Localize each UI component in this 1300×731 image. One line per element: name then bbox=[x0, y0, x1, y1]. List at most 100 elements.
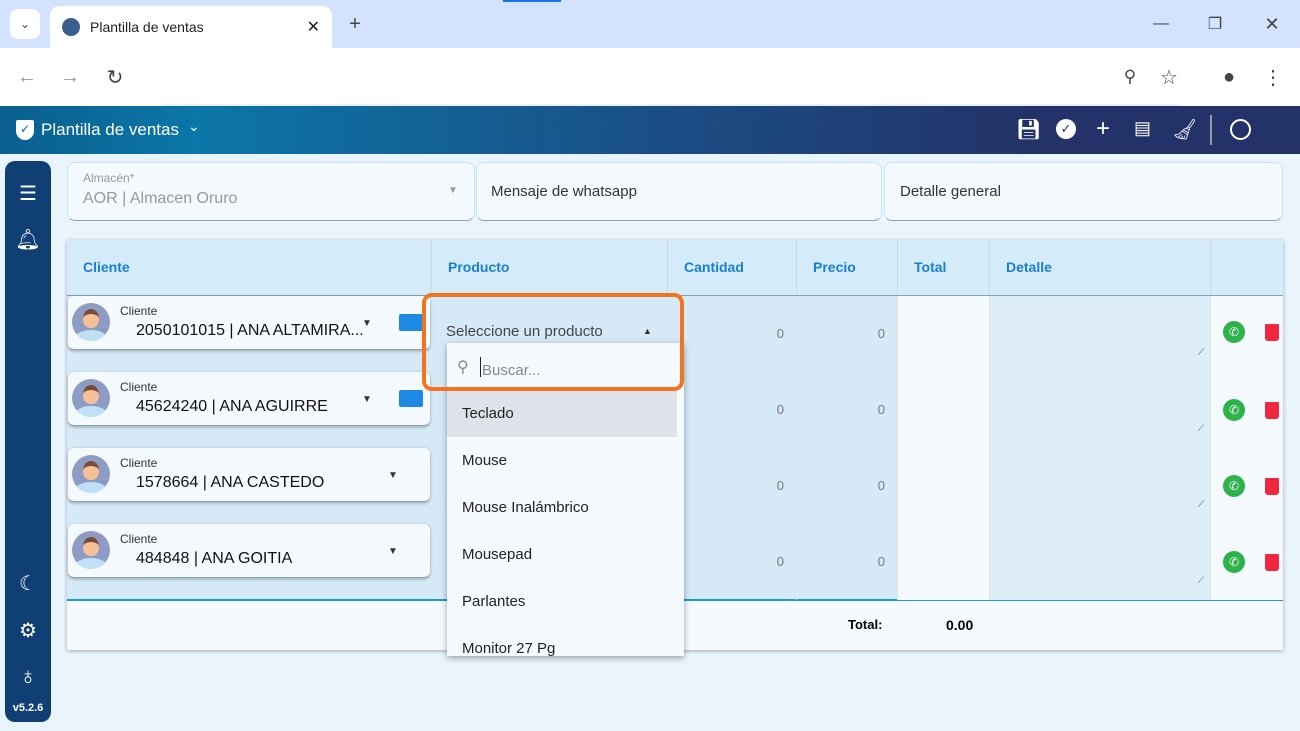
option-parlantes[interactable]: Parlantes bbox=[447, 578, 684, 625]
version-label: v5.2.6 bbox=[12, 702, 44, 714]
resize-handle-icon[interactable]: ⟋ bbox=[1198, 575, 1204, 586]
cliente-value: 2050101015 | ANA ALTAMIRA... bbox=[136, 322, 364, 339]
chevron-down-icon[interactable]: ⌄ bbox=[188, 118, 200, 135]
avatar bbox=[72, 531, 110, 569]
cliente-select[interactable]: Cliente 484848 | ANA GOITIA ▼ bbox=[68, 524, 430, 578]
option-mousepad[interactable]: Mousepad bbox=[447, 531, 684, 578]
resize-handle-icon[interactable]: ⟋ bbox=[1198, 499, 1204, 510]
whatsapp-icon[interactable]: ✆ bbox=[1223, 321, 1245, 343]
avatar bbox=[72, 303, 110, 341]
header-cliente: Cliente bbox=[67, 240, 432, 295]
whatsapp-icon[interactable]: ✆ bbox=[1223, 551, 1245, 573]
detalle-textarea[interactable]: ⟋ bbox=[990, 372, 1211, 448]
account-icon[interactable] bbox=[1230, 119, 1251, 140]
sidebar: ☰ 🔔︎ ☾ ⚙ ♁ v5.2.6 bbox=[5, 161, 51, 722]
option-mouse-inalambrico[interactable]: Mouse Inalámbrico bbox=[447, 484, 684, 531]
delete-icon[interactable] bbox=[1265, 402, 1279, 419]
actions-cell: ✆ bbox=[1211, 524, 1283, 600]
contact-card-icon[interactable] bbox=[399, 314, 423, 331]
almacen-select[interactable]: Almacén* AOR | Almacen Oruro ▼ bbox=[67, 162, 475, 221]
resize-handle-icon[interactable]: ⟋ bbox=[1198, 347, 1204, 358]
whatsapp-icon[interactable]: ✆ bbox=[1223, 399, 1245, 421]
broom-icon[interactable]: 🧹︎ bbox=[1172, 117, 1197, 142]
shield-check-icon: ✓ bbox=[16, 120, 34, 140]
cantidad-input[interactable]: 0 bbox=[668, 448, 797, 524]
close-window-icon[interactable]: ✕ bbox=[1257, 9, 1287, 39]
total-cell bbox=[898, 524, 990, 600]
detalle-textarea[interactable]: ⟋ bbox=[990, 296, 1211, 372]
option-teclado[interactable]: Teclado bbox=[447, 390, 677, 437]
precio-input[interactable]: 0 bbox=[797, 296, 898, 372]
zoom-icon[interactable]: ⚲ bbox=[1115, 62, 1145, 92]
option-monitor[interactable]: Monitor 27 Pg bbox=[447, 625, 684, 656]
option-mouse[interactable]: Mouse bbox=[447, 437, 684, 484]
precio-input[interactable]: 0 bbox=[797, 372, 898, 448]
caret-down-icon: ▼ bbox=[448, 185, 458, 196]
contact-card-icon[interactable] bbox=[399, 390, 423, 407]
bookmark-star-icon[interactable]: ☆ bbox=[1154, 62, 1184, 92]
header-precio: Precio bbox=[797, 240, 898, 295]
avatar bbox=[72, 455, 110, 493]
cliente-select[interactable]: Cliente 1578664 | ANA CASTEDO ▼ bbox=[68, 448, 430, 502]
check-circle-icon[interactable]: ✓ bbox=[1056, 119, 1076, 139]
detalle-textarea[interactable]: ⟋ bbox=[990, 448, 1211, 524]
resize-handle-icon[interactable]: ⟋ bbox=[1198, 423, 1204, 434]
tab-title: Plantilla de ventas bbox=[90, 19, 204, 35]
detalle-textarea[interactable]: ⟋ bbox=[990, 524, 1211, 600]
receipt-check-icon[interactable]: ▤ bbox=[1134, 118, 1151, 139]
actions-cell: ✆ bbox=[1211, 372, 1283, 448]
delete-icon[interactable] bbox=[1265, 554, 1279, 571]
cliente-select[interactable]: Cliente 45624240 | ANA AGUIRRE ▼ bbox=[68, 372, 430, 426]
address-bar-row: ← → ↻ ⚲ ☆ ● ⋮ bbox=[0, 48, 1300, 144]
cantidad-input[interactable]: 0 bbox=[668, 372, 797, 448]
bell-icon[interactable]: 🔔︎ bbox=[5, 227, 51, 252]
app-title[interactable]: Plantilla de ventas bbox=[41, 120, 179, 140]
whatsapp-message-input[interactable]: Mensaje de whatsapp bbox=[476, 162, 882, 221]
cliente-select[interactable]: Cliente 2050101015 | ANA ALTAMIRA... ▼ bbox=[68, 296, 430, 350]
app-header: ✓ Plantilla de ventas ⌄ 💾︎ ✓ + ▤ 🧹︎ bbox=[0, 106, 1300, 154]
cantidad-input[interactable]: 0 bbox=[668, 296, 797, 372]
browser-tab[interactable]: Plantilla de ventas ✕ bbox=[50, 6, 332, 48]
total-label: Total: bbox=[848, 617, 883, 632]
minimize-icon[interactable]: — bbox=[1146, 9, 1176, 39]
toolbar-divider bbox=[1210, 115, 1212, 145]
tab-close-icon[interactable]: ✕ bbox=[307, 17, 320, 37]
cliente-value: 45624240 | ANA AGUIRRE bbox=[136, 398, 328, 415]
plus-icon[interactable]: + bbox=[1096, 115, 1110, 143]
cliente-value: 1578664 | ANA CASTEDO bbox=[136, 474, 325, 491]
precio-input[interactable]: 0 bbox=[797, 524, 898, 600]
delete-icon[interactable] bbox=[1265, 478, 1279, 495]
highlight-box bbox=[422, 293, 684, 391]
header-actions bbox=[1211, 240, 1283, 295]
menu-icon[interactable]: ☰ bbox=[5, 181, 51, 206]
precio-input[interactable]: 0 bbox=[797, 448, 898, 524]
browser-tab-strip: ⌄ Plantilla de ventas ✕ + — ❐ ✕ bbox=[0, 0, 1300, 48]
almacen-value: AOR | Almacen Oruro bbox=[83, 190, 238, 207]
cantidad-input[interactable]: 0 bbox=[668, 524, 797, 600]
actions-cell: ✆ bbox=[1211, 448, 1283, 524]
header-producto: Producto bbox=[432, 240, 668, 295]
delete-icon[interactable] bbox=[1265, 324, 1279, 341]
total-cell bbox=[898, 296, 990, 372]
extension-icon[interactable]: ● bbox=[1214, 62, 1244, 92]
header-cantidad: Cantidad bbox=[668, 240, 797, 295]
cliente-label: Cliente bbox=[120, 380, 158, 394]
save-icon[interactable]: 💾︎ bbox=[1016, 117, 1041, 142]
actions-cell: ✆ bbox=[1211, 296, 1283, 372]
almacen-label: Almacén* bbox=[83, 171, 135, 185]
detalle-general-input[interactable]: Detalle general bbox=[884, 162, 1283, 221]
reload-icon[interactable]: ↻ bbox=[100, 62, 130, 92]
whatsapp-icon[interactable]: ✆ bbox=[1223, 475, 1245, 497]
restore-icon[interactable]: ❐ bbox=[1200, 9, 1230, 39]
forward-icon[interactable]: → bbox=[55, 62, 85, 92]
moon-icon[interactable]: ☾ bbox=[5, 571, 51, 596]
cliente-value: 484848 | ANA GOITIA bbox=[136, 550, 293, 567]
header-detalle: Detalle bbox=[990, 240, 1211, 295]
tab-indicator bbox=[503, 0, 561, 2]
new-tab-icon[interactable]: + bbox=[340, 9, 370, 39]
browser-menu-icon[interactable]: ⋮ bbox=[1258, 62, 1288, 92]
tab-search-button[interactable]: ⌄ bbox=[10, 9, 40, 39]
gear-icon[interactable]: ⚙ bbox=[5, 618, 51, 643]
back-icon[interactable]: ← bbox=[12, 62, 42, 92]
detalle-placeholder: Detalle general bbox=[900, 183, 1001, 200]
